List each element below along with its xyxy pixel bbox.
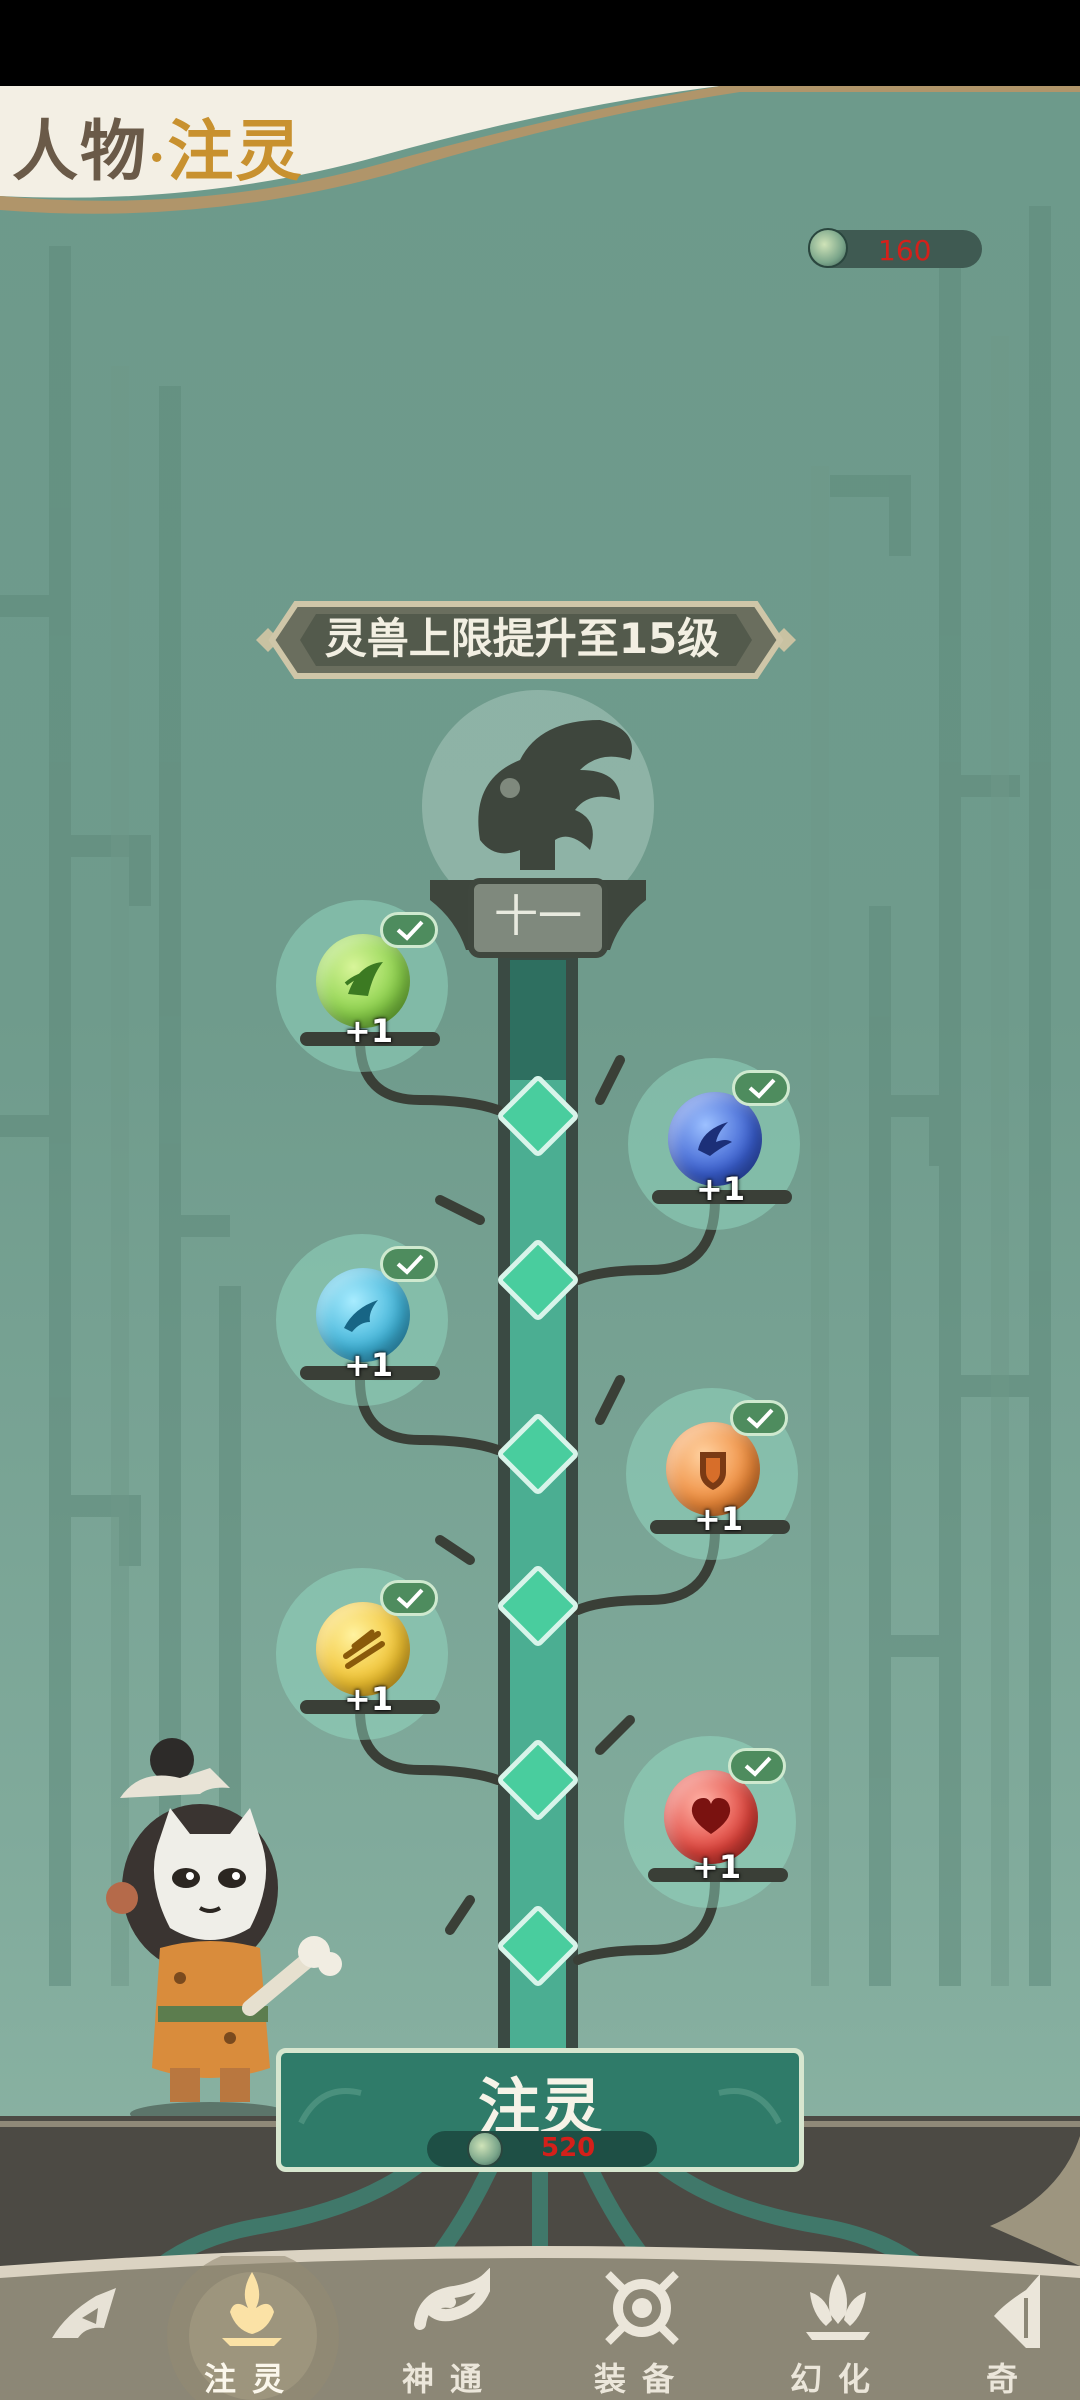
tab-equipment[interactable]: 装备: [562, 2258, 722, 2400]
orb-bonus: +1: [344, 1012, 394, 1050]
orb-bonus: +1: [344, 1680, 394, 1718]
orb-bonus: +1: [694, 1500, 744, 1538]
tab-divine-power[interactable]: 神通: [370, 2258, 530, 2400]
leaf-icon: [344, 962, 383, 996]
inject-spirit-button[interactable]: 注灵 520: [276, 2048, 804, 2172]
orb-bonus: +1: [696, 1170, 746, 1208]
completed-check-icon: [380, 1580, 438, 1616]
inject-cost: 520: [427, 2131, 657, 2167]
completed-check-icon: [728, 1748, 786, 1784]
claw-icon: [698, 1122, 732, 1156]
completed-check-icon: [380, 1246, 438, 1282]
level-label: 十一: [494, 891, 582, 942]
orb-bonus: +1: [692, 1848, 742, 1886]
blue-claw-orb-node[interactable]: +1: [628, 1058, 800, 1230]
heart-icon: [691, 1798, 731, 1834]
red-heart-orb-node[interactable]: +1: [624, 1736, 796, 1908]
completed-check-icon: [732, 1070, 790, 1106]
slash-icon: [343, 1629, 385, 1669]
shield-icon: [700, 1452, 726, 1490]
orb-bonus: +1: [344, 1346, 394, 1384]
wing-icon: [994, 2274, 1040, 2348]
wind-icon: [344, 1300, 378, 1332]
orange-shield-orb-node[interactable]: +1: [626, 1388, 798, 1560]
app-root: 人物·注灵 160 灵兽上限提升至15级 十一 +1 +1 +1 +1 +1 +…: [0, 0, 1080, 2400]
cyan-wind-orb-node[interactable]: +1: [276, 1234, 448, 1406]
nav-label: 幻化: [789, 2360, 886, 2398]
nav-label: 注灵: [203, 2360, 300, 2398]
tab-wonder[interactable]: 奇: [930, 2258, 1080, 2400]
green-leaf-orb-node[interactable]: +1: [276, 900, 448, 1072]
armor-icon: [605, 2271, 679, 2345]
flame-lotus-icon: [222, 2272, 282, 2346]
vortex-icon: [414, 2268, 490, 2330]
nav-label: 神通: [401, 2360, 498, 2398]
level-plate: 十一: [468, 878, 608, 958]
back-claw-icon: [52, 2288, 116, 2338]
lotus-icon: [806, 2274, 870, 2340]
completed-check-icon: [730, 1400, 788, 1436]
inject-cost-amount: 520: [541, 2133, 596, 2163]
yellow-slash-orb-node[interactable]: +1: [276, 1568, 448, 1740]
tab-transform[interactable]: 幻化: [758, 2258, 918, 2400]
nav-label: 装备: [593, 2360, 690, 2398]
nav-label: 奇: [985, 2360, 1034, 2398]
nav-back-button[interactable]: [6, 2258, 166, 2400]
completed-check-icon: [380, 912, 438, 948]
tab-inject-spirit[interactable]: 注灵: [172, 2258, 332, 2400]
spirit-coin-icon: [467, 2131, 503, 2167]
